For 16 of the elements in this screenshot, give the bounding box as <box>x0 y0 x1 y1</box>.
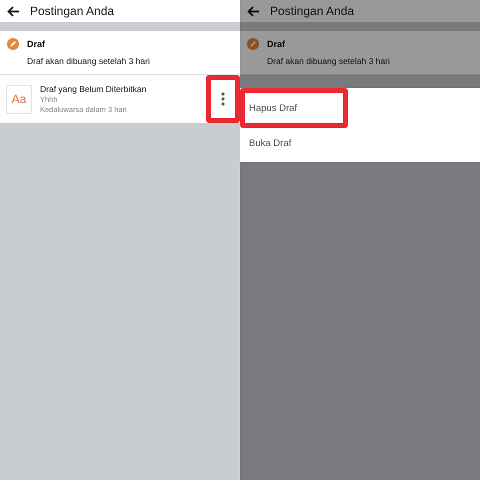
back-arrow-icon[interactable] <box>247 6 260 16</box>
draft-thumbnail: Aa <box>6 84 32 114</box>
menu-item[interactable]: Buka Draf <box>240 128 348 158</box>
section-subtitle: Draf akan dibuang setelah 3 hari <box>27 56 151 66</box>
back-arrow-icon[interactable] <box>7 6 20 16</box>
pencil-icon <box>247 38 259 50</box>
section-title: Draf <box>27 39 46 49</box>
more-button[interactable] <box>206 75 240 123</box>
section-subtitle: Draf akan dibuang setelah 3 hari <box>267 56 391 66</box>
page-title: Postingan Anda <box>270 4 354 18</box>
pencil-icon <box>7 38 19 50</box>
draft-title: Draf yang Belum Diterbitkan <box>40 84 148 94</box>
page-title: Postingan Anda <box>30 4 114 18</box>
more-icon <box>221 92 225 106</box>
section-title: Draf <box>267 39 286 49</box>
menu-item[interactable]: Hapus Draf <box>240 88 348 128</box>
